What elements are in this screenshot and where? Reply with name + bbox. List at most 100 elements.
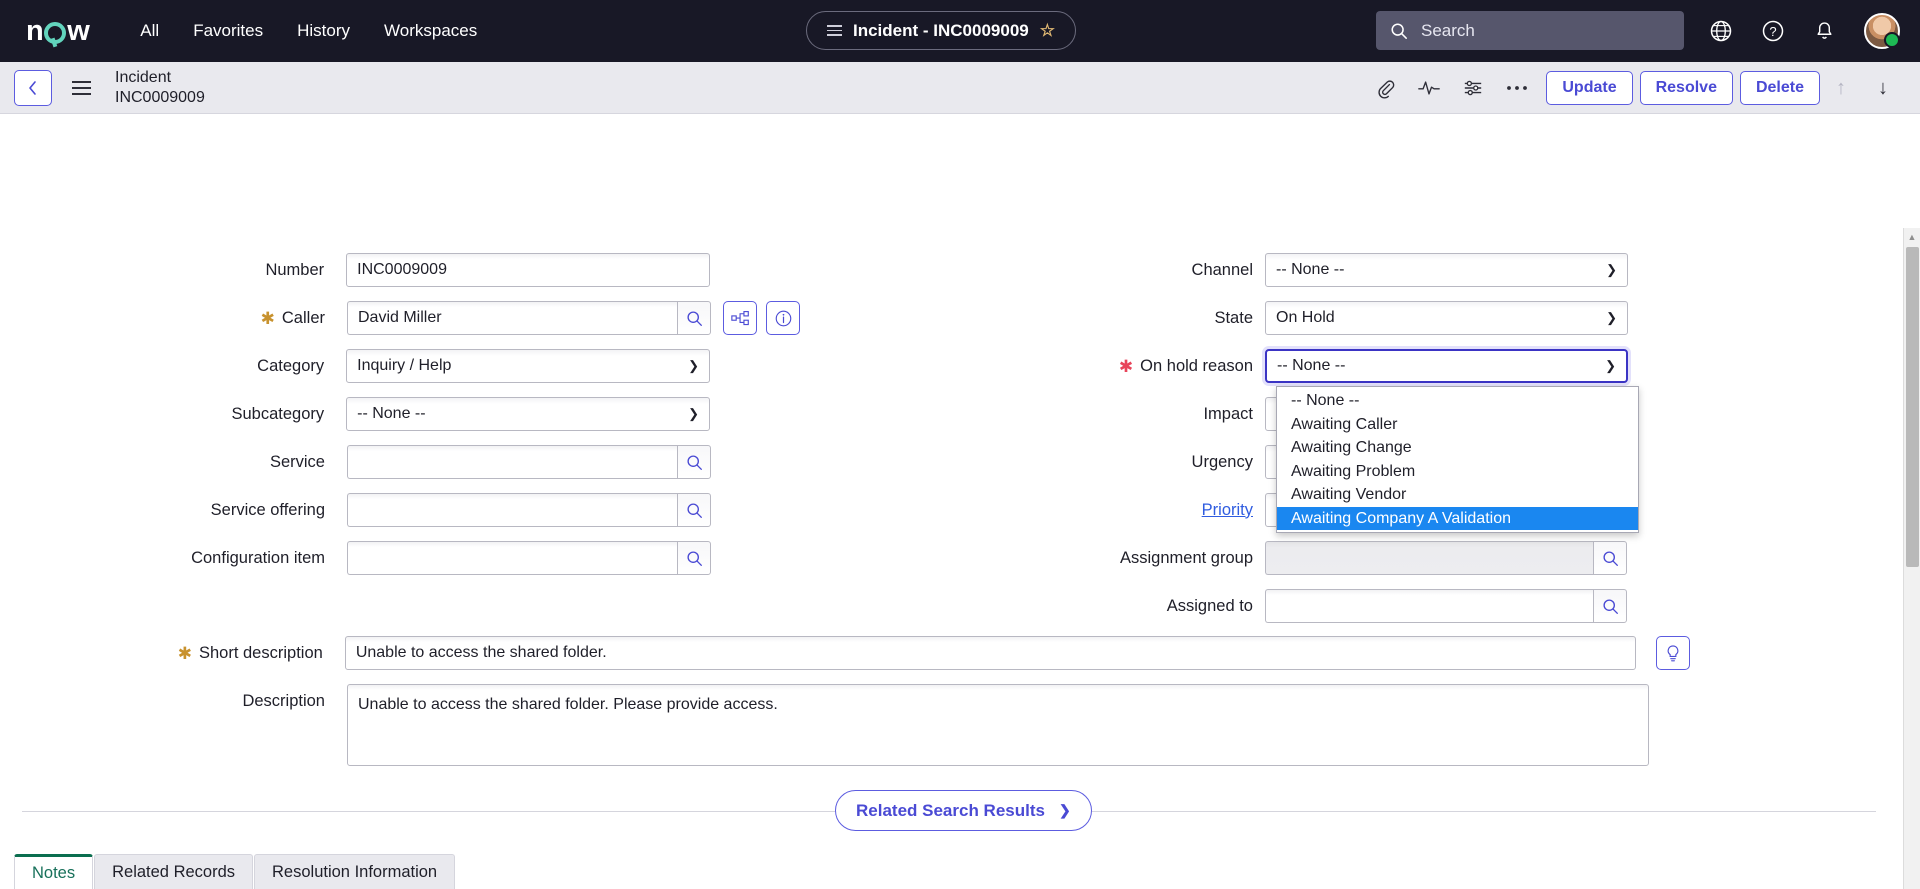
tab-title: Incident - INC0009009 (853, 20, 1029, 40)
tab-resolution-information[interactable]: Resolution Information (254, 854, 456, 889)
global-top-navigation: nw All Favorites History Workspaces Inci… (0, 0, 1920, 62)
update-button[interactable]: Update (1546, 71, 1633, 105)
record-tab-pill[interactable]: Incident - INC0009009 ☆ (806, 11, 1076, 50)
label-caller-text: Caller (281, 308, 325, 327)
next-record-arrow-down-icon[interactable]: ↓ (1862, 68, 1904, 108)
assignment-group-lookup-button[interactable] (1593, 541, 1627, 575)
dropdown-option-awaiting-change[interactable]: Awaiting Change (1277, 436, 1638, 460)
service-lookup-button[interactable] (677, 445, 711, 479)
label-priority: Priority (960, 501, 1253, 520)
more-ellipsis-icon[interactable] (1495, 68, 1539, 108)
attachment-paperclip-icon[interactable] (1363, 68, 1407, 108)
nav-item-history[interactable]: History (280, 15, 367, 47)
service-offering-input[interactable] (347, 493, 678, 527)
globe-icon[interactable] (1709, 19, 1733, 43)
dropdown-option-awaiting-caller[interactable]: Awaiting Caller (1277, 413, 1638, 437)
page-title: Incident INC0009009 (115, 68, 205, 107)
related-search-results-button[interactable]: Related Search Results ❯ (835, 790, 1092, 831)
field-row-category: Category Inquiry / Help ❯ (60, 349, 710, 383)
delete-button[interactable]: Delete (1739, 71, 1820, 105)
tab-notes[interactable]: Notes (14, 854, 94, 889)
dropdown-option-none[interactable]: -- None -- (1277, 389, 1638, 413)
label-caller: ✱ Caller (60, 309, 325, 328)
assignment-group-input[interactable] (1265, 541, 1594, 575)
required-asterisk-icon: ✱ (177, 643, 192, 663)
related-search-results-label: Related Search Results (856, 800, 1045, 820)
caller-input[interactable] (347, 301, 678, 335)
notifications-bell-icon[interactable] (1813, 20, 1836, 43)
record-header-bar: Incident INC0009009 Update Resolve Delet… (0, 62, 1920, 114)
assigned-to-input[interactable] (1265, 589, 1594, 623)
search-input[interactable]: Search (1421, 21, 1475, 41)
tab-related-records[interactable]: Related Records (94, 854, 254, 889)
favorite-star-icon[interactable]: ☆ (1040, 22, 1055, 39)
search-icon (1391, 22, 1407, 39)
state-select[interactable]: On Hold ❯ (1265, 301, 1628, 335)
org-chart-icon (730, 310, 749, 325)
help-circle-icon[interactable]: ? (1761, 19, 1785, 43)
configuration-item-lookup-button[interactable] (677, 541, 711, 575)
global-search-box[interactable]: Search (1376, 11, 1684, 50)
scrollbar-up-arrow-icon[interactable]: ▲ (1904, 228, 1920, 245)
previous-record-arrow-up-icon[interactable]: ↑ (1820, 68, 1862, 108)
caller-info-button[interactable] (766, 301, 800, 335)
label-service: Service (269, 452, 325, 471)
label-on-hold-reason: ✱ On hold reason (960, 357, 1253, 376)
category-select[interactable]: Inquiry / Help ❯ (346, 349, 710, 383)
chevron-right-icon: ❯ (1058, 802, 1071, 818)
field-row-channel: Channel -- None -- ❯ (960, 253, 1640, 287)
nav-item-all[interactable]: All (123, 15, 176, 47)
field-row-assignment-group: Assignment group (960, 541, 1680, 575)
chevron-down-icon: ❯ (688, 358, 699, 373)
vertical-scrollbar[interactable]: ▲ (1903, 228, 1920, 889)
field-row-state: State On Hold ❯ (960, 301, 1640, 335)
record-form-body: Number ✱ Caller (0, 114, 1920, 889)
label-category: Category (257, 356, 325, 375)
search-icon (686, 550, 702, 566)
personalize-sliders-icon[interactable] (1451, 68, 1495, 108)
label-number: Number (265, 260, 325, 279)
field-row-caller: ✱ Caller (60, 301, 860, 335)
label-assigned-to: Assigned to (1166, 596, 1253, 615)
dropdown-option-awaiting-problem[interactable]: Awaiting Problem (1277, 460, 1638, 484)
record-menu-icon[interactable] (72, 80, 91, 95)
channel-select[interactable]: -- None -- ❯ (1265, 253, 1628, 287)
label-assignment-group: Assignment group (1120, 548, 1253, 567)
on-hold-reason-select[interactable]: -- None -- ❯ (1265, 349, 1628, 383)
back-button[interactable] (14, 69, 52, 106)
short-description-suggestion-button[interactable] (1656, 636, 1690, 670)
scrollbar-thumb[interactable] (1906, 247, 1919, 567)
caller-org-chart-button[interactable] (723, 301, 757, 335)
resolve-button[interactable]: Resolve (1639, 71, 1733, 105)
label-configuration-item: Configuration item (191, 548, 325, 567)
field-row-assigned-to: Assigned to (960, 589, 1680, 623)
field-row-short-description: ✱ Short description (60, 636, 1690, 670)
activity-pulse-icon[interactable] (1407, 68, 1451, 108)
assigned-to-lookup-button[interactable] (1593, 589, 1627, 623)
dropdown-option-awaiting-vendor[interactable]: Awaiting Vendor (1277, 483, 1638, 507)
number-input[interactable] (346, 253, 710, 287)
subcategory-select-value: -- None -- (357, 405, 426, 422)
configuration-item-input[interactable] (347, 541, 678, 575)
subcategory-select[interactable]: -- None -- ❯ (346, 397, 710, 431)
servicenow-logo[interactable]: nw (26, 14, 90, 47)
service-offering-lookup-button[interactable] (677, 493, 711, 527)
tab-menu-icon[interactable] (827, 25, 842, 36)
label-channel: Channel (1191, 260, 1253, 279)
label-service-offering: Service offering (210, 500, 325, 519)
logo-text-left: n (26, 14, 44, 47)
chevron-left-icon (29, 80, 36, 95)
field-row-service-offering: Service offering (60, 493, 760, 527)
priority-link[interactable]: Priority (1202, 501, 1253, 520)
service-input[interactable] (347, 445, 678, 479)
short-description-input[interactable] (344, 636, 1637, 670)
user-avatar[interactable] (1864, 13, 1900, 49)
field-row-subcategory: Subcategory -- None -- ❯ (60, 397, 710, 431)
nav-item-workspaces[interactable]: Workspaces (367, 15, 494, 47)
on-hold-reason-dropdown-list[interactable]: -- None -- Awaiting Caller Awaiting Chan… (1276, 386, 1639, 533)
dropdown-option-awaiting-company-a-validation[interactable]: Awaiting Company A Validation (1277, 506, 1638, 530)
field-row-configuration-item: Configuration item (60, 541, 760, 575)
nav-item-favorites[interactable]: Favorites (176, 15, 280, 47)
caller-lookup-button[interactable] (677, 301, 711, 335)
description-textarea[interactable]: Unable to access the shared folder. Plea… (347, 684, 1649, 766)
